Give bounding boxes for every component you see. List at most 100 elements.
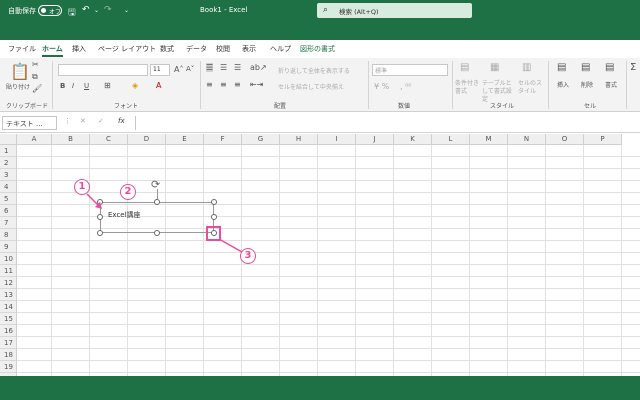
rotate-handle-icon[interactable]: ⟳: [151, 178, 160, 191]
resize-handle-bottom[interactable]: [154, 230, 160, 236]
tab-insert[interactable]: 挿入: [72, 44, 86, 54]
autosum-icon[interactable]: Σ: [630, 62, 636, 73]
currency-icon[interactable]: ¥ %: [374, 82, 389, 91]
column-header[interactable]: D: [128, 134, 166, 145]
column-header[interactable]: C: [90, 134, 128, 145]
number-format-select[interactable]: 標準: [372, 64, 448, 76]
resize-handle-left[interactable]: [97, 214, 103, 220]
resize-handle-top[interactable]: [154, 199, 160, 205]
column-header[interactable]: E: [166, 134, 204, 145]
cell-styles-button[interactable]: セルのスタイル: [518, 80, 544, 96]
worksheet-grid[interactable]: A B C D E F G H I J K L M N O P 1 2 3 4 5 6 7 8 9 10 11 12 13 14 15 16 1…: [0, 134, 640, 376]
row-header[interactable]: 11: [0, 265, 17, 277]
row-header[interactable]: 14: [0, 301, 17, 313]
conditional-format-button[interactable]: 条件付き書式: [455, 80, 481, 96]
delete-cells-icon[interactable]: ▤: [581, 62, 590, 73]
tab-file[interactable]: ファイル: [8, 44, 36, 54]
align-middle-icon[interactable]: ☰: [220, 63, 227, 72]
paste-icon[interactable]: 📋: [10, 62, 30, 81]
tab-shape-format[interactable]: 図形の書式: [300, 44, 335, 54]
align-center-icon[interactable]: ≡: [220, 80, 227, 89]
row-header[interactable]: 3: [0, 169, 17, 181]
merge-center-button[interactable]: セルを結合して中央揃え: [278, 82, 344, 91]
undo-dropdown-icon[interactable]: ⌄: [94, 7, 99, 14]
column-header[interactable]: J: [356, 134, 394, 145]
row-header[interactable]: 13: [0, 289, 17, 301]
align-left-icon[interactable]: ≡: [206, 80, 213, 89]
align-bottom-icon[interactable]: ☰: [234, 63, 241, 72]
select-all-corner[interactable]: [0, 134, 17, 145]
redo-icon[interactable]: ↷: [104, 5, 112, 15]
tab-formulas[interactable]: 数式: [160, 44, 174, 54]
column-header[interactable]: P: [584, 134, 622, 145]
row-header[interactable]: 6: [0, 205, 17, 217]
font-color-icon[interactable]: A: [156, 81, 161, 90]
column-header[interactable]: G: [242, 134, 280, 145]
enter-icon[interactable]: ✓: [98, 117, 104, 125]
row-header[interactable]: 2: [0, 157, 17, 169]
column-header[interactable]: K: [394, 134, 432, 145]
insert-cells-icon[interactable]: ▤: [557, 62, 566, 73]
paste-button[interactable]: 貼り付け: [6, 82, 30, 91]
column-header[interactable]: A: [17, 134, 52, 145]
insert-cells-button[interactable]: 挿入: [557, 80, 569, 89]
format-as-table-icon[interactable]: ▦: [490, 62, 499, 73]
undo-icon[interactable]: ↶: [82, 5, 90, 15]
column-header[interactable]: B: [52, 134, 90, 145]
cut-icon[interactable]: ✂: [32, 60, 39, 69]
orientation-icon[interactable]: ab↗: [250, 63, 267, 72]
search-box[interactable]: ⌕ 検索 (Alt+Q): [317, 3, 472, 18]
row-header[interactable]: 4: [0, 181, 17, 193]
increase-font-icon[interactable]: A˄: [174, 65, 183, 74]
tab-help[interactable]: ヘルプ: [270, 44, 291, 54]
format-cells-icon[interactable]: ▤: [605, 62, 614, 73]
delete-cells-button[interactable]: 削除: [581, 80, 593, 89]
row-header[interactable]: 10: [0, 253, 17, 265]
resize-handle-right[interactable]: [211, 214, 217, 220]
row-header[interactable]: 9: [0, 241, 17, 253]
row-header[interactable]: 12: [0, 277, 17, 289]
format-cells-button[interactable]: 書式: [605, 80, 617, 89]
font-size-select[interactable]: 11: [150, 64, 170, 76]
resize-handle-bottom-left[interactable]: [97, 230, 103, 236]
wrap-text-button[interactable]: 折り返して全体を表示する: [278, 66, 350, 75]
row-header[interactable]: 8: [0, 229, 17, 241]
italic-button[interactable]: I: [72, 82, 74, 90]
format-painter-icon[interactable]: 🖌: [32, 84, 42, 93]
cell-styles-icon[interactable]: ▥: [522, 62, 531, 73]
underline-button[interactable]: U: [84, 82, 89, 90]
row-header[interactable]: 16: [0, 325, 17, 337]
indent-icon[interactable]: ⇤⇥: [250, 80, 263, 89]
row-header[interactable]: 1: [0, 145, 17, 157]
font-name-select[interactable]: [58, 64, 148, 76]
resize-handle-top-right[interactable]: [211, 199, 217, 205]
copy-icon[interactable]: ⧉: [32, 72, 38, 82]
tab-page-layout[interactable]: ページ レイアウト: [98, 44, 156, 54]
conditional-format-icon[interactable]: ▤: [460, 62, 469, 73]
column-header[interactable]: F: [204, 134, 242, 145]
bold-button[interactable]: B: [60, 82, 65, 90]
column-header[interactable]: L: [432, 134, 470, 145]
row-header[interactable]: 5: [0, 193, 17, 205]
customize-quick-access-icon[interactable]: ⌄: [124, 7, 129, 14]
decrease-font-icon[interactable]: A˅: [186, 65, 194, 73]
tab-view[interactable]: 表示: [242, 44, 256, 54]
text-box-shape[interactable]: Excel講座: [100, 202, 214, 233]
comma-icon[interactable]: , ⁰⁰: [400, 82, 412, 91]
row-header[interactable]: 18: [0, 349, 17, 361]
column-header[interactable]: O: [546, 134, 584, 145]
fill-color-icon[interactable]: ◈: [132, 81, 138, 90]
autosave-toggle[interactable]: オフ: [38, 5, 62, 16]
column-header[interactable]: N: [508, 134, 546, 145]
tab-review[interactable]: 校閲: [216, 44, 230, 54]
row-header[interactable]: 7: [0, 217, 17, 229]
column-header[interactable]: M: [470, 134, 508, 145]
align-right-icon[interactable]: ≡: [234, 80, 241, 89]
name-box[interactable]: テキスト ...: [2, 116, 57, 130]
insert-function-icon[interactable]: fx: [118, 117, 125, 125]
tab-data[interactable]: データ: [186, 44, 207, 54]
save-icon[interactable]: 🖫: [68, 5, 76, 21]
borders-icon[interactable]: ⊞: [104, 81, 111, 90]
row-header[interactable]: 15: [0, 313, 17, 325]
align-top-icon[interactable]: ☰: [206, 63, 214, 72]
